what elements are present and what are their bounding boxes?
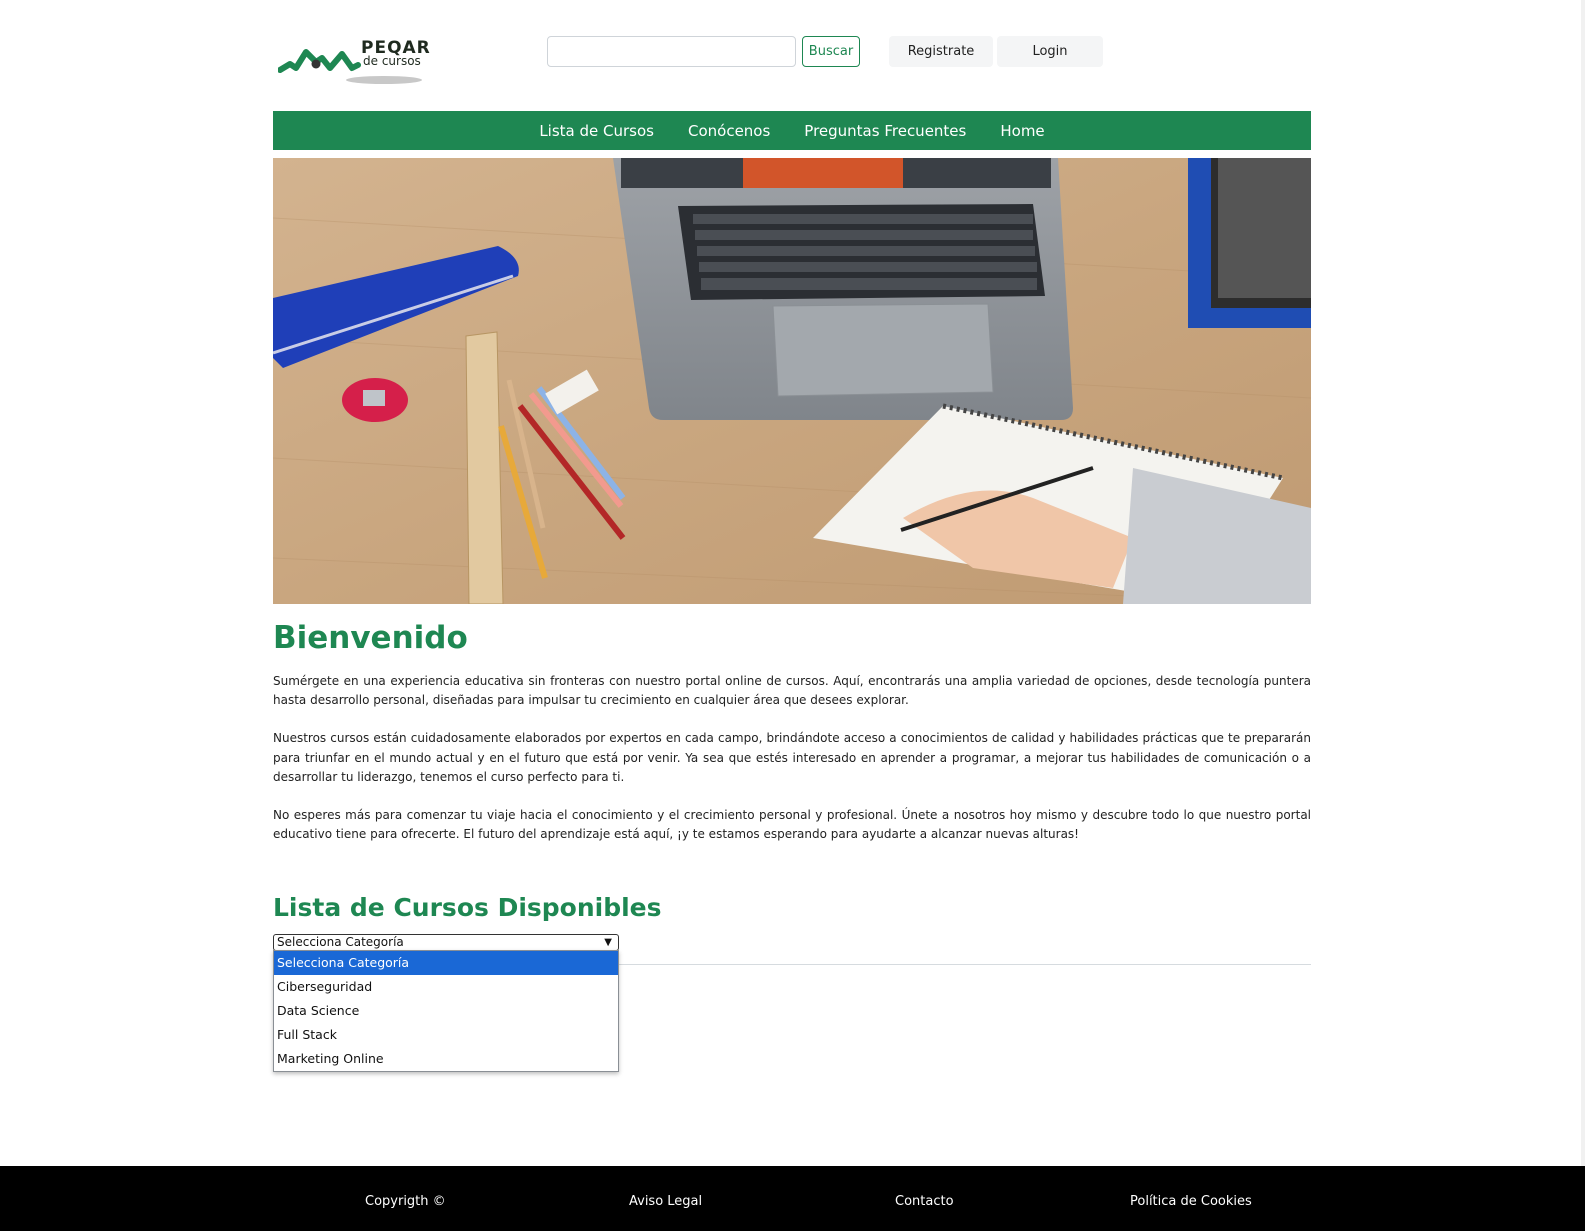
chevron-down-icon: ▼ bbox=[604, 937, 612, 948]
courses-title: Lista de Cursos Disponibles bbox=[273, 893, 662, 922]
nav-item-conocenos[interactable]: Conócenos bbox=[688, 122, 770, 140]
site-footer: Copyrigth © Aviso Legal Contacto Polític… bbox=[0, 1166, 1585, 1231]
logo-line2: de cursos bbox=[363, 54, 421, 68]
welcome-paragraph: Nuestros cursos están cuidadosamente ela… bbox=[273, 731, 1311, 784]
welcome-title: Bienvenido bbox=[273, 620, 468, 656]
footer-link-legal[interactable]: Aviso Legal bbox=[629, 1194, 702, 1209]
category-select[interactable]: Selecciona Categoría ▼ bbox=[273, 934, 619, 951]
register-button[interactable]: Registrate bbox=[889, 36, 993, 67]
logo-wordmark: PEQAR de cursos bbox=[361, 40, 431, 68]
category-option[interactable]: Selecciona Categoría bbox=[274, 951, 618, 975]
footer-copyright: Copyrigth © bbox=[365, 1194, 446, 1209]
hero-carousel: › bbox=[273, 158, 1311, 604]
welcome-paragraph: No esperes más para comenzar tu viaje ha… bbox=[273, 808, 1311, 842]
nav-item-preguntas-frecuentes[interactable]: Preguntas Frecuentes bbox=[804, 122, 966, 140]
footer-link-cookies[interactable]: Política de Cookies bbox=[1130, 1194, 1252, 1209]
login-button[interactable]: Login bbox=[997, 36, 1103, 67]
category-option[interactable]: Ciberseguridad bbox=[274, 975, 618, 999]
page-scrollbar[interactable] bbox=[1581, 0, 1585, 1166]
nav-item-home[interactable]: Home bbox=[1000, 122, 1044, 140]
hero-image bbox=[273, 158, 1311, 604]
category-option[interactable]: Data Science bbox=[274, 999, 618, 1023]
welcome-paragraph: Sumérgete en una experiencia educativa s… bbox=[273, 674, 1311, 708]
category-select-value: Selecciona Categoría bbox=[277, 935, 404, 949]
category-option[interactable]: Marketing Online bbox=[274, 1047, 618, 1071]
site-logo[interactable]: PEQAR de cursos bbox=[277, 38, 431, 90]
category-option[interactable]: Full Stack bbox=[274, 1023, 618, 1047]
nav-item-lista-cursos[interactable]: Lista de Cursos bbox=[539, 122, 654, 140]
search-button[interactable]: Buscar bbox=[802, 36, 860, 67]
search-input[interactable] bbox=[547, 36, 796, 67]
footer-link-contact[interactable]: Contacto bbox=[895, 1194, 954, 1209]
main-navbar: Lista de Cursos Conócenos Preguntas Frec… bbox=[273, 111, 1311, 150]
category-dropdown-list: Selecciona Categoría Ciberseguridad Data… bbox=[273, 950, 619, 1072]
welcome-body: Sumérgete en una experiencia educativa s… bbox=[273, 672, 1311, 863]
